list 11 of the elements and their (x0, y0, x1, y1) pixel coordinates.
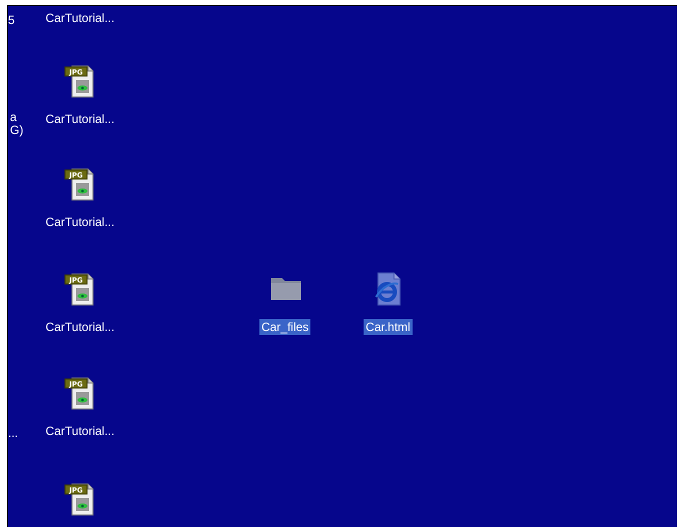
icon-label[interactable]: CarTutorial... (44, 214, 116, 230)
cut-off-label: a (10, 110, 17, 124)
icon-label[interactable]: Car_files (259, 319, 311, 335)
cut-off-label: ... (8, 426, 18, 440)
cut-off-label: G) (10, 123, 24, 137)
icon-label[interactable]: CarTutorial... (44, 319, 116, 335)
icon-label[interactable]: Car.html (364, 319, 412, 335)
cut-off-label: 5 (8, 13, 15, 27)
icon-label[interactable]: CarTutorial... (44, 111, 116, 127)
icon-label[interactable]: CarTutorial... (44, 423, 116, 439)
icon-label[interactable]: CarTutorial... (44, 10, 116, 26)
